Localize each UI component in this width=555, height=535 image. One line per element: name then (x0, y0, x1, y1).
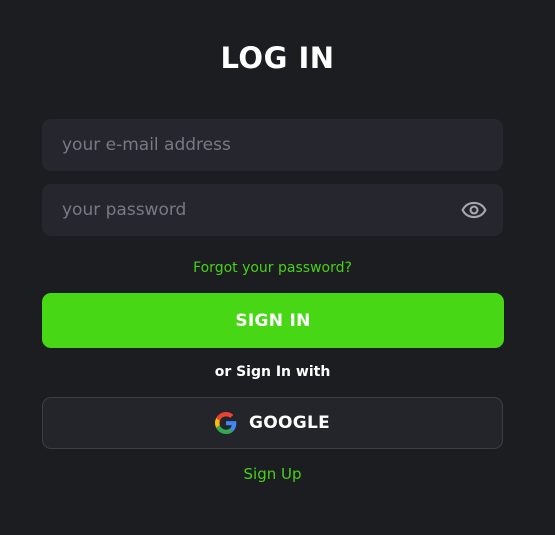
sign-up-link[interactable]: Sign Up (0, 464, 545, 484)
email-field-wrapper (42, 119, 503, 171)
password-field[interactable] (42, 184, 503, 236)
google-button-label: GOOGLE (248, 413, 331, 433)
password-field-wrapper (42, 184, 503, 236)
email-field[interactable] (42, 119, 503, 171)
google-logo-icon (214, 412, 237, 434)
sign-in-button[interactable]: SIGN IN (42, 293, 504, 348)
page-title: LOG IN (220, 41, 335, 75)
eye-icon[interactable] (461, 197, 487, 223)
google-sign-in-button[interactable]: GOOGLE (42, 397, 503, 449)
alternative-signin-label: or Sign In with (214, 364, 331, 380)
forgot-password-link[interactable]: Forgot your password? (0, 258, 545, 278)
login-modal: LOG IN Forgot your password? SIGN IN or … (0, 0, 555, 535)
